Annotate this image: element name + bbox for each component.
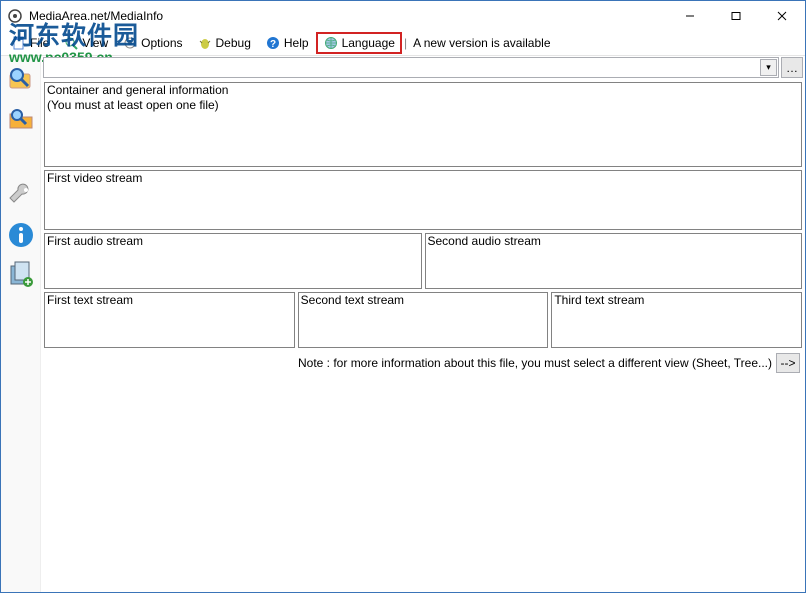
note-text: Note : for more information about this f…	[298, 356, 772, 370]
panel-text-3: Third text stream	[551, 292, 802, 348]
panel-text-3-label: Third text stream	[554, 293, 799, 308]
view-icon	[63, 35, 79, 51]
open-folder-icon	[6, 104, 36, 134]
mediainfo-icon	[7, 8, 23, 24]
file-path-combo[interactable]: ▾	[43, 57, 779, 78]
export-icon	[6, 260, 36, 290]
sidebar-export[interactable]	[4, 258, 38, 292]
body: ▾ … Container and general information (Y…	[1, 56, 805, 592]
menu-options[interactable]: Options	[115, 32, 189, 54]
menu-view-label: View	[82, 36, 108, 50]
sidebar-about[interactable]	[4, 218, 38, 252]
titlebar: MediaArea.net/MediaInfo	[1, 1, 805, 31]
wrench-icon	[6, 180, 36, 210]
menu-file[interactable]: File	[4, 32, 56, 54]
update-notice[interactable]: A new version is available	[413, 36, 550, 50]
options-icon	[122, 35, 138, 51]
panel-video-1-label: First video stream	[47, 171, 799, 186]
search-folder-icon	[6, 64, 36, 94]
panel-general-line1: Container and general information	[47, 83, 799, 98]
panel-text-2-label: Second text stream	[301, 293, 546, 308]
panel-video-1: First video stream	[44, 170, 802, 230]
menu-help-label: Help	[284, 36, 309, 50]
close-button[interactable]	[759, 1, 805, 31]
sidebar-open-folder[interactable]	[4, 102, 38, 136]
menu-language-label: Language	[342, 36, 395, 50]
svg-text:?: ?	[270, 39, 276, 50]
panel-audio-2: Second audio stream	[425, 233, 803, 289]
panel-audio-1: First audio stream	[44, 233, 422, 289]
info-panels: Container and general information (You m…	[41, 79, 805, 592]
change-view-button[interactable]: -->	[776, 353, 800, 373]
panel-audio-1-label: First audio stream	[47, 234, 419, 249]
sidebar-search-file[interactable]	[4, 62, 38, 96]
menubar: File View Options Debug ? Help Language …	[1, 31, 805, 56]
menu-options-label: Options	[141, 36, 182, 50]
debug-icon	[197, 35, 213, 51]
panel-audio-2-label: Second audio stream	[428, 234, 800, 249]
menu-view[interactable]: View	[56, 32, 115, 54]
window-controls	[667, 1, 805, 31]
help-icon: ?	[265, 35, 281, 51]
sidebar-preferences[interactable]	[4, 178, 38, 212]
panel-text-1: First text stream	[44, 292, 295, 348]
file-path-bar: ▾ …	[41, 56, 805, 79]
globe-icon	[323, 35, 339, 51]
panel-general: Container and general information (You m…	[44, 82, 802, 167]
menu-separator: |	[404, 36, 407, 50]
menu-debug-label: Debug	[216, 36, 251, 50]
app-window: 河东软件园 www.pc0359.cn MediaArea.net/MediaI…	[0, 0, 806, 593]
chevron-down-icon[interactable]: ▾	[760, 59, 777, 76]
menu-debug[interactable]: Debug	[190, 32, 258, 54]
panel-general-line2: (You must at least open one file)	[47, 98, 799, 113]
info-icon	[6, 220, 36, 250]
panel-text-1-label: First text stream	[47, 293, 292, 308]
sidebar	[1, 56, 41, 592]
minimize-button[interactable]	[667, 1, 713, 31]
panel-text-2: Second text stream	[298, 292, 549, 348]
file-icon	[11, 35, 27, 51]
browse-button[interactable]: …	[781, 57, 803, 78]
note-row: Note : for more information about this f…	[44, 351, 802, 374]
menu-file-label: File	[30, 36, 49, 50]
menu-language[interactable]: Language	[316, 32, 402, 54]
empty-area	[44, 374, 802, 592]
window-title: MediaArea.net/MediaInfo	[29, 9, 667, 23]
main-area: ▾ … Container and general information (Y…	[41, 56, 805, 592]
menu-help[interactable]: ? Help	[258, 32, 316, 54]
maximize-button[interactable]	[713, 1, 759, 31]
arrow-right-icon: -->	[781, 356, 796, 370]
